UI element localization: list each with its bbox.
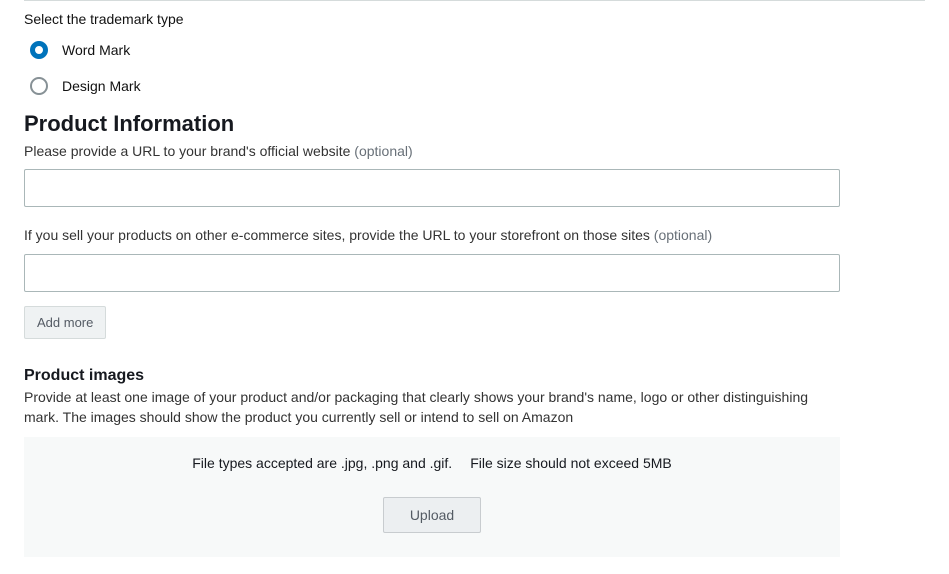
trademark-type-label: Select the trademark type xyxy=(24,11,925,27)
radio-word-mark[interactable]: Word Mark xyxy=(24,33,925,69)
upload-hint-size: File size should not exceed 5MB xyxy=(470,455,672,471)
radio-icon xyxy=(30,41,48,59)
radio-label: Word Mark xyxy=(62,42,130,58)
product-information-heading: Product Information xyxy=(24,111,925,137)
storefront-url-input[interactable] xyxy=(24,254,840,292)
website-url-label: Please provide a URL to your brand's off… xyxy=(24,141,925,161)
add-more-button[interactable]: Add more xyxy=(24,306,106,339)
product-images-heading: Product images xyxy=(24,367,925,385)
radio-design-mark[interactable]: Design Mark xyxy=(24,69,925,105)
storefront-url-label: If you sell your products on other e-com… xyxy=(24,225,804,245)
radio-icon xyxy=(30,77,48,95)
form-container: Select the trademark type Word Mark Desi… xyxy=(0,0,949,567)
upload-button[interactable]: Upload xyxy=(383,497,481,533)
upload-hints: File types accepted are .jpg, .png and .… xyxy=(34,455,830,471)
upload-hint-types: File types accepted are .jpg, .png and .… xyxy=(192,455,452,471)
radio-label: Design Mark xyxy=(62,78,141,94)
trademark-type-radio-group: Word Mark Design Mark xyxy=(24,33,925,105)
website-url-input[interactable] xyxy=(24,169,840,207)
product-images-description: Provide at least one image of your produ… xyxy=(24,387,844,428)
divider xyxy=(24,0,925,1)
upload-zone: File types accepted are .jpg, .png and .… xyxy=(24,437,840,557)
